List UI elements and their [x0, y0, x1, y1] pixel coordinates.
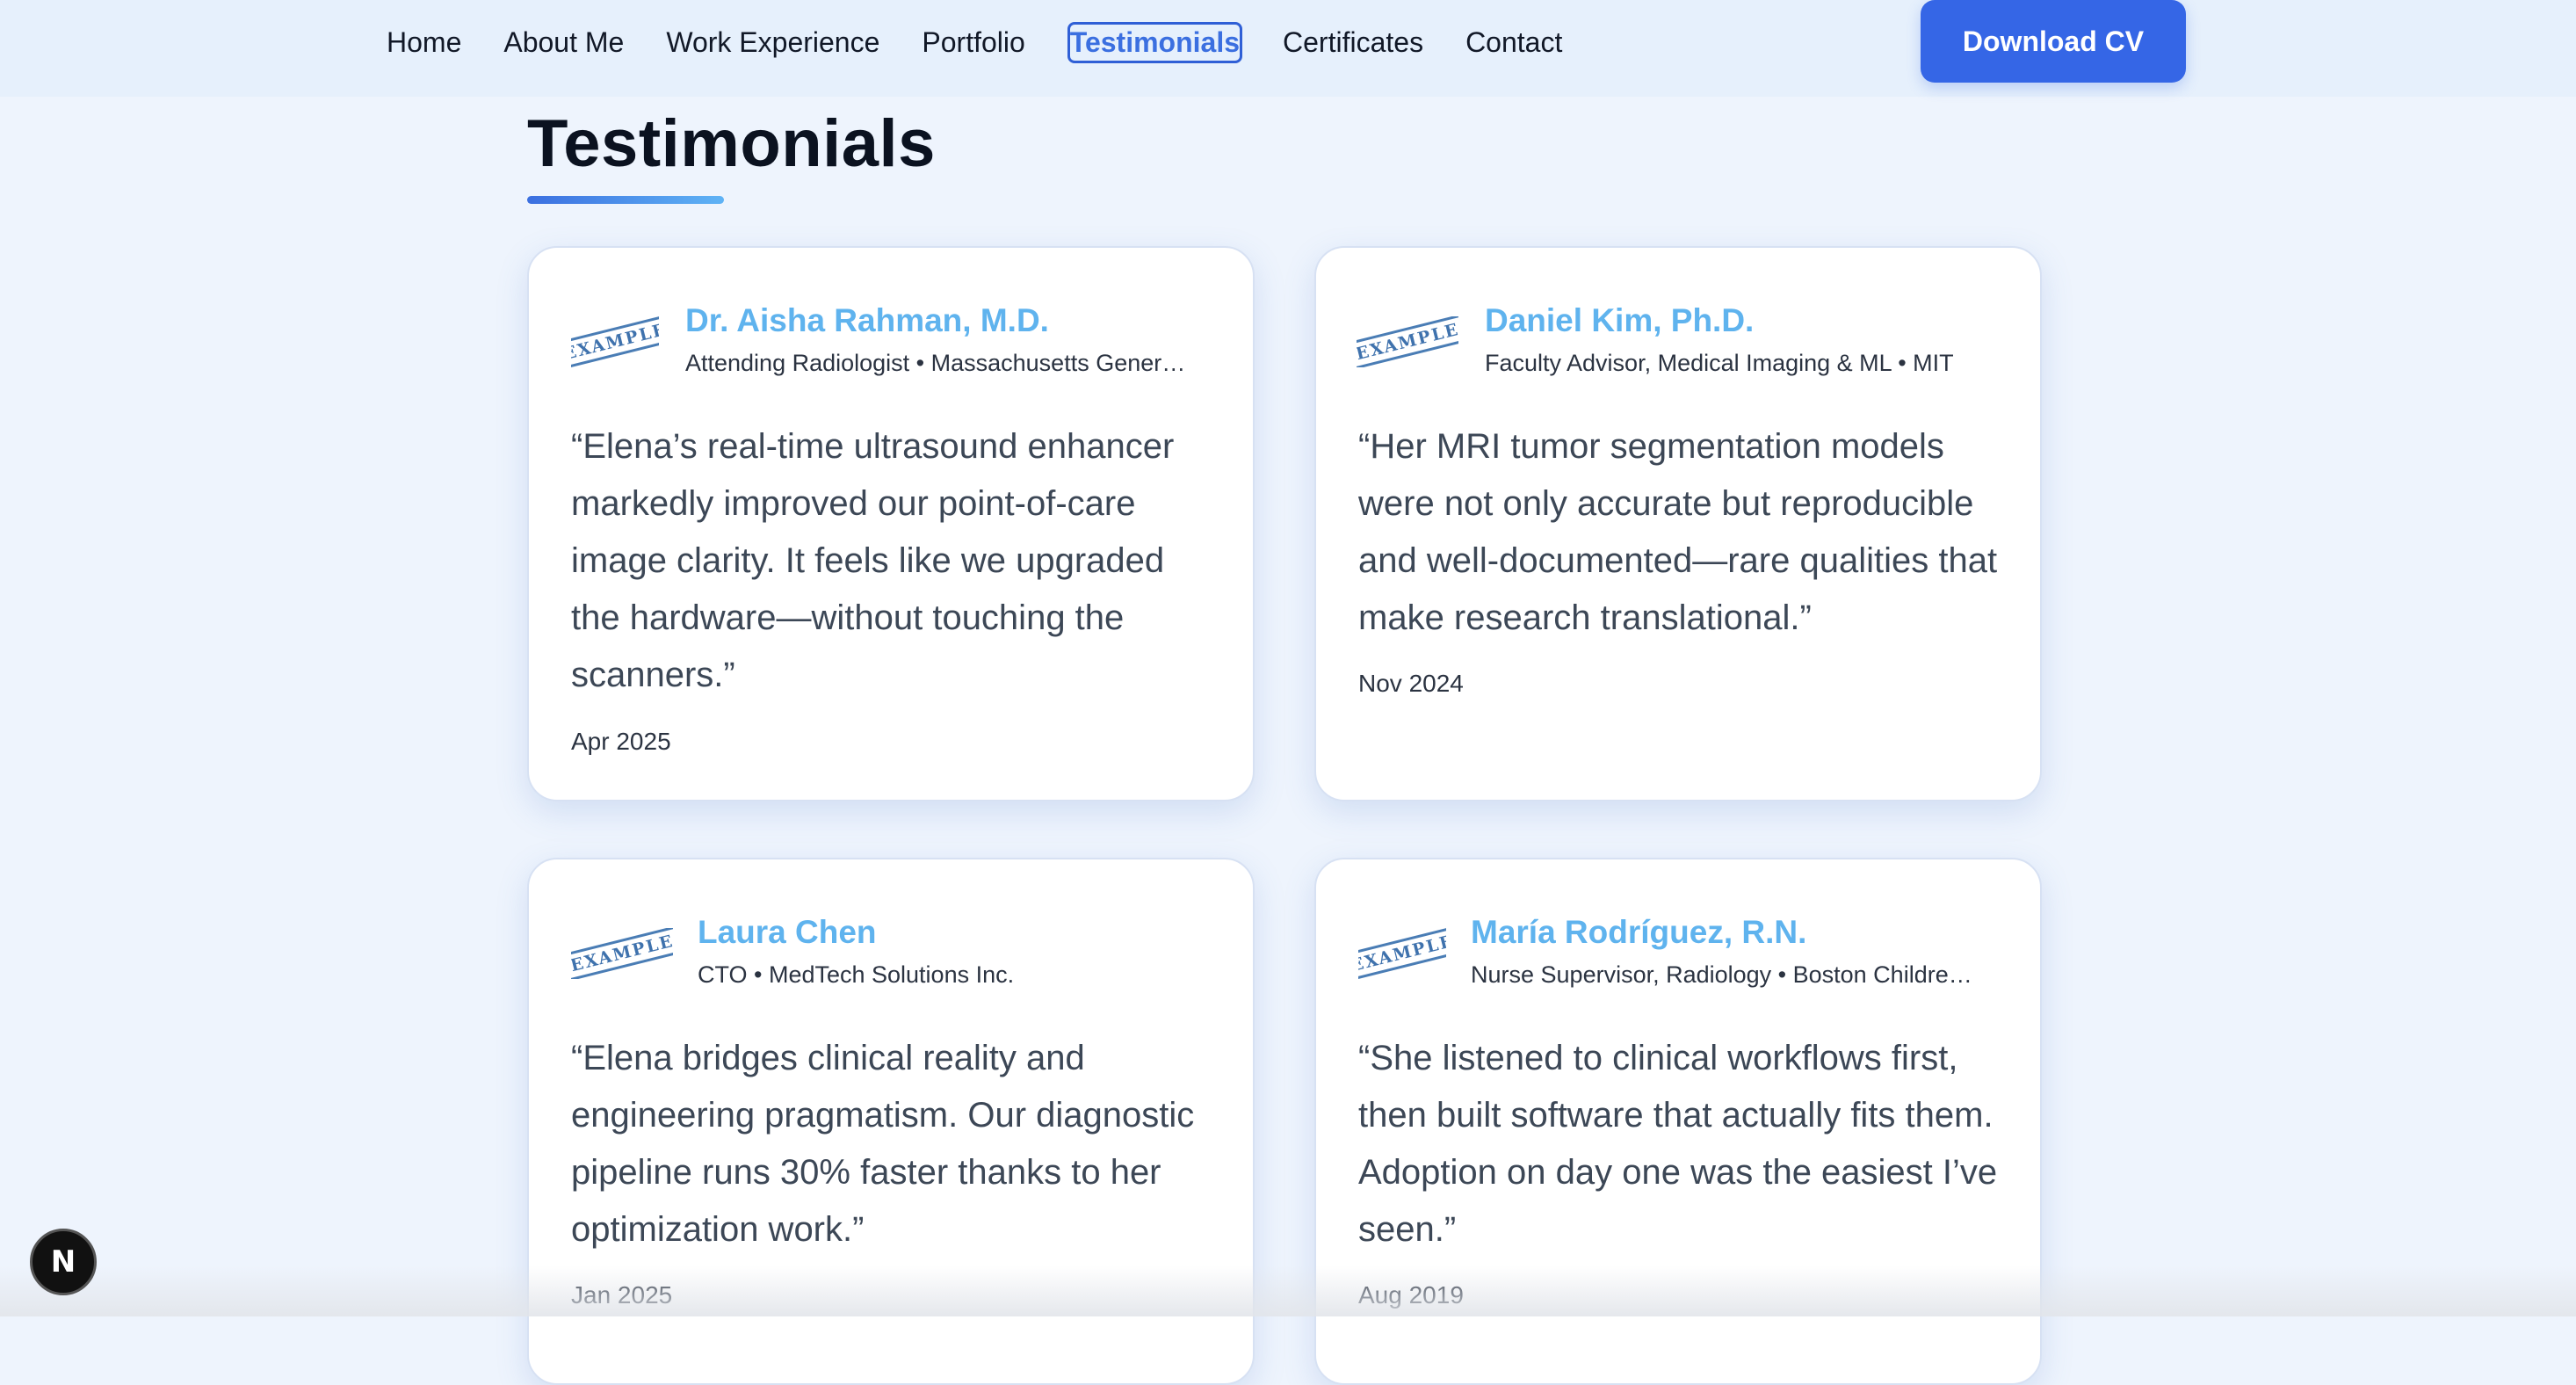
- example-stamp-logo: EXAMPLE: [1357, 316, 1458, 367]
- download-cv-button[interactable]: Download CV: [1921, 0, 2186, 83]
- testimonial-date: Apr 2025: [571, 728, 671, 755]
- nav-link-work-experience[interactable]: Work Experience: [666, 23, 879, 62]
- author-name: María Rodríguez, R.N.: [1471, 914, 1807, 950]
- example-stamp-logo: EXAMPLE: [571, 928, 673, 979]
- testimonial-quote: “Elena bridges clinical reality and engi…: [571, 1039, 1195, 1249]
- nextjs-dev-indicator-icon[interactable]: N: [30, 1229, 97, 1295]
- nav-link-portfolio[interactable]: Portfolio: [922, 23, 1024, 62]
- testimonial-author: Dr. Aisha Rahman, M.D. Attending Radiolo…: [685, 302, 1218, 377]
- author-role: Faculty Advisor, Medical Imaging & ML • …: [1485, 350, 1954, 376]
- author-role: Attending Radiologist • Massachusetts Ge…: [685, 350, 1186, 376]
- testimonial-date: Nov 2024: [1358, 670, 1464, 697]
- author-role: CTO • MedTech Solutions Inc.: [698, 961, 1015, 988]
- page-title: Testimonials: [527, 106, 936, 181]
- testimonial-card: EXAMPLE María Rodríguez, R.N. Nurse Supe…: [1314, 858, 2042, 1385]
- nav-link-about-me[interactable]: About Me: [503, 23, 624, 62]
- nav-link-contact[interactable]: Contact: [1465, 23, 1562, 62]
- nav-link-testimonials[interactable]: Testimonials: [1067, 21, 1243, 63]
- testimonial-date: Jan 2025: [571, 1281, 673, 1309]
- main-nav: Home About Me Work Experience Portfolio …: [387, 21, 1604, 63]
- testimonial-quote: “Elena’s real-time ultrasound enhancer m…: [571, 427, 1175, 694]
- testimonial-card: EXAMPLE Daniel Kim, Ph.D. Faculty Adviso…: [1314, 246, 2042, 801]
- nav-link-home[interactable]: Home: [387, 23, 461, 62]
- example-stamp-logo: EXAMPLE: [571, 316, 659, 367]
- testimonial-author: Daniel Kim, Ph.D. Faculty Advisor, Medic…: [1485, 302, 2005, 377]
- author-role: Nurse Supervisor, Radiology • Boston Chi…: [1471, 961, 1972, 988]
- testimonial-quote: “She listened to clinical workflows firs…: [1358, 1039, 1998, 1249]
- testimonial-author: María Rodríguez, R.N. Nurse Supervisor, …: [1471, 914, 2005, 989]
- author-name: Laura Chen: [698, 914, 877, 950]
- testimonial-date: Aug 2019: [1358, 1281, 1464, 1309]
- author-name: Dr. Aisha Rahman, M.D.: [685, 302, 1049, 338]
- nav-link-certificates[interactable]: Certificates: [1283, 23, 1423, 62]
- example-stamp-logo: EXAMPLE: [1358, 928, 1446, 979]
- top-navigation-bar: Home About Me Work Experience Portfolio …: [0, 0, 2576, 97]
- bottom-fade-overlay: [0, 1265, 2576, 1316]
- testimonial-card: EXAMPLE Dr. Aisha Rahman, M.D. Attending…: [527, 246, 1255, 801]
- testimonial-card: EXAMPLE Laura Chen CTO • MedTech Solutio…: [527, 858, 1255, 1385]
- testimonial-quote: “Her MRI tumor segmentation models were …: [1358, 427, 1998, 637]
- author-name: Daniel Kim, Ph.D.: [1485, 302, 1755, 338]
- testimonial-author: Laura Chen CTO • MedTech Solutions Inc.: [698, 914, 1218, 989]
- title-underline-divider: [527, 196, 724, 204]
